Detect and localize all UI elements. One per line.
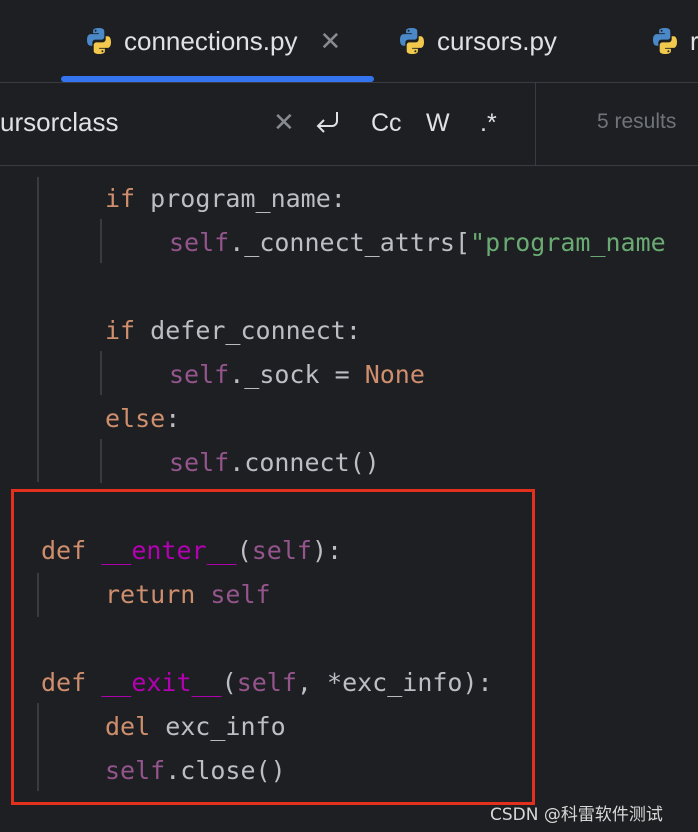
indent-guide [100, 351, 102, 395]
code-line: self._sock = None [169, 360, 425, 389]
tab-connections-py[interactable]: connections.py ✕ [84, 0, 341, 82]
code-line: if defer_connect: [105, 316, 361, 345]
annotation-highlight-box [11, 489, 535, 805]
find-bar: ursorclass ✕ Cc W .* 5 results [0, 83, 698, 166]
match-case-toggle[interactable]: Cc [371, 109, 402, 138]
python-file-icon [400, 28, 424, 54]
python-file-icon [653, 28, 677, 54]
clear-search-icon[interactable]: ✕ [273, 107, 295, 138]
indent-guide [100, 219, 102, 263]
python-file-icon [87, 28, 111, 54]
tab-label: r [690, 25, 698, 56]
tab-label: cursors.py [437, 25, 557, 56]
close-icon[interactable]: ✕ [319, 26, 341, 57]
divider [535, 83, 536, 165]
tab-label: connections.py [124, 25, 298, 56]
new-line-icon[interactable] [313, 107, 343, 137]
results-count: 5 results [597, 110, 677, 133]
code-line: self._connect_attrs["program_name [169, 228, 666, 257]
code-line: if program_name: [105, 184, 346, 213]
code-line: self.connect() [169, 448, 380, 477]
active-tab-indicator [61, 76, 374, 82]
search-input[interactable]: ursorclass [0, 107, 118, 138]
whole-words-toggle[interactable]: W [426, 109, 450, 138]
tab-cursors-py[interactable]: cursors.py [397, 0, 557, 82]
editor-tab-bar: connections.py ✕ cursors.py r [0, 0, 698, 83]
indent-guide [100, 439, 102, 483]
indent-guide [37, 177, 39, 482]
code-line: else: [105, 404, 181, 433]
watermark: CSDN @科雷软件测试 [490, 805, 663, 825]
tab-third-file[interactable]: r [650, 0, 698, 82]
regex-toggle[interactable]: .* [480, 109, 497, 138]
